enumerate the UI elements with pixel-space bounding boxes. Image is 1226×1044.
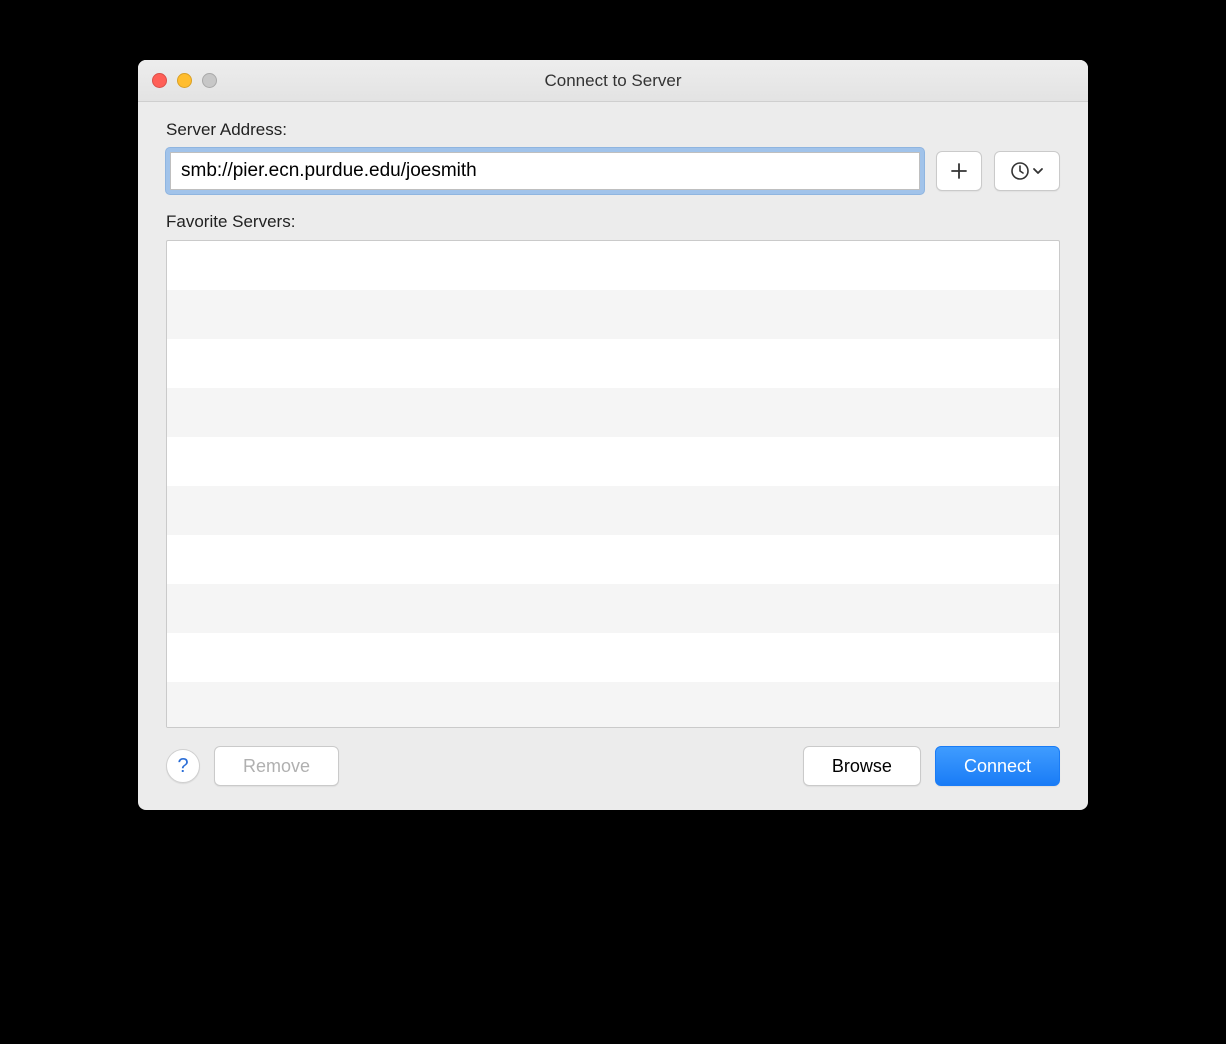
recent-servers-button[interactable] [994,151,1060,191]
add-favorite-button[interactable] [936,151,982,191]
window-content: Server Address: Favorite Servers: [138,102,1088,810]
list-item [167,633,1059,682]
list-item [167,339,1059,388]
list-item [167,584,1059,633]
help-button[interactable]: ? [166,749,200,783]
titlebar: Connect to Server [138,60,1088,102]
favorite-servers-label: Favorite Servers: [166,212,1060,232]
connect-button[interactable]: Connect [935,746,1060,786]
clock-icon [1010,161,1030,181]
browse-button[interactable]: Browse [803,746,921,786]
chevron-down-icon [1032,165,1044,177]
server-address-label: Server Address: [166,120,1060,140]
list-item [167,535,1059,584]
connect-to-server-window: Connect to Server Server Address: [138,60,1088,810]
address-row [166,148,1060,194]
list-item [167,437,1059,486]
list-item [167,241,1059,290]
list-item [167,388,1059,437]
help-icon: ? [177,755,188,778]
list-item [167,682,1059,728]
list-item [167,486,1059,535]
window-title: Connect to Server [138,71,1088,91]
plus-icon [950,162,968,180]
bottom-toolbar: ? Remove Browse Connect [166,746,1060,786]
address-input-focus-ring [166,148,924,194]
remove-button: Remove [214,746,339,786]
favorite-servers-list[interactable] [166,240,1060,728]
server-address-input[interactable] [170,152,920,190]
list-item [167,290,1059,339]
